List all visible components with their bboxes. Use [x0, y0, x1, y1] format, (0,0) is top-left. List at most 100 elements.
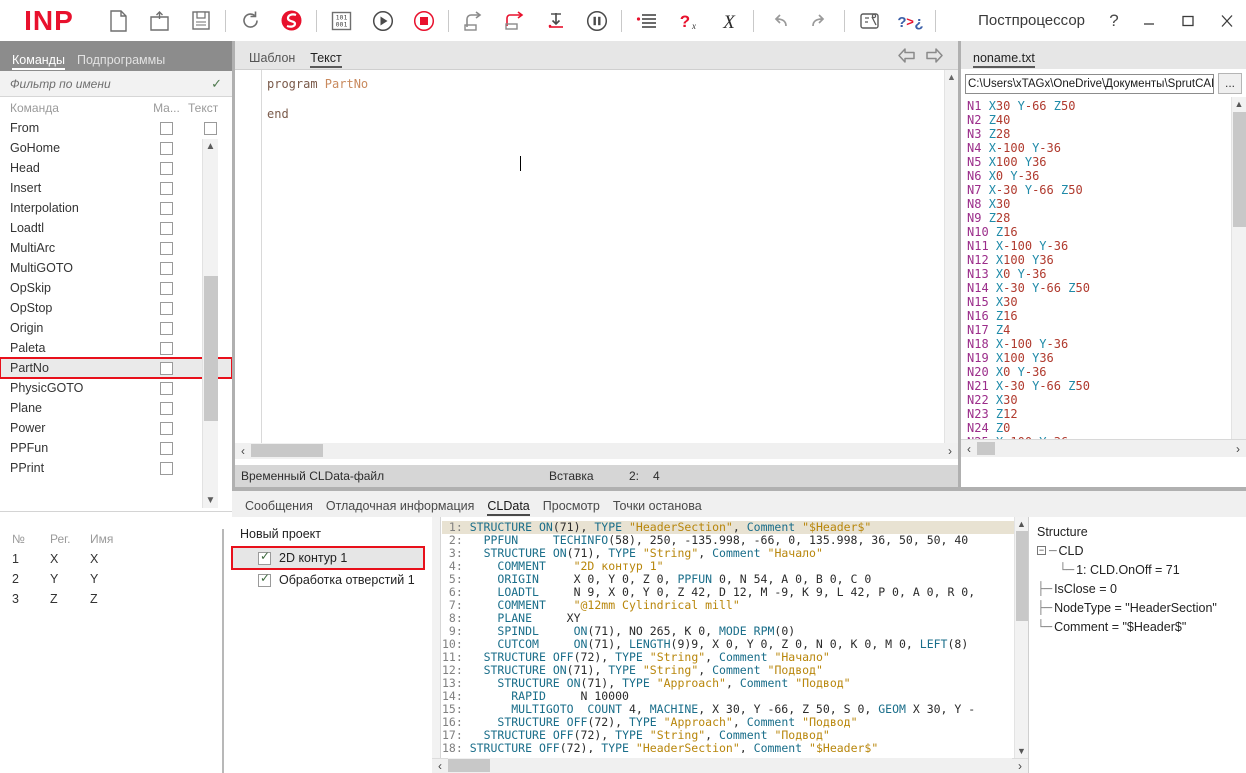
command-macro-cell[interactable]: [145, 382, 188, 395]
command-row[interactable]: OpSkip: [0, 278, 232, 298]
cldata-vertical-scrollbar[interactable]: ▲ ▼: [1014, 517, 1028, 758]
macro-checkbox[interactable]: [160, 322, 173, 335]
command-row[interactable]: Power: [0, 418, 232, 438]
macro-checkbox[interactable]: [160, 222, 173, 235]
scroll-left-icon[interactable]: ‹: [961, 442, 977, 456]
tab-template[interactable]: Шаблон: [243, 51, 304, 69]
run-icon[interactable]: [362, 0, 403, 41]
scroll-right-icon[interactable]: ›: [1012, 759, 1028, 773]
hscroll-thumb[interactable]: [448, 759, 490, 772]
command-macro-cell[interactable]: [145, 362, 188, 375]
tab-commands[interactable]: Команды: [8, 53, 73, 71]
tree-node-cld-onoff[interactable]: └─ 1: CLD.OnOff = 71: [1037, 560, 1246, 579]
command-macro-cell[interactable]: [145, 202, 188, 215]
text-checkbox[interactable]: [204, 122, 217, 135]
macro-checkbox[interactable]: [160, 282, 173, 295]
scroll-up-icon[interactable]: ▲: [1015, 517, 1028, 531]
hscroll-track[interactable]: [251, 443, 942, 459]
cldata-horizontal-scrollbar[interactable]: ‹ ›: [432, 758, 1028, 773]
command-row[interactable]: MultiArc: [0, 238, 232, 258]
command-macro-cell[interactable]: [145, 162, 188, 175]
structure-property[interactable]: └─Comment = "$Header$": [1037, 617, 1246, 636]
macro-checkbox[interactable]: [160, 342, 173, 355]
item-checkbox[interactable]: [258, 574, 271, 587]
structure-tree[interactable]: −─ CLD └─ 1: CLD.OnOff = 71 ├─IsClose = …: [1029, 541, 1246, 636]
project-item[interactable]: Обработка отверстий 1: [232, 569, 432, 591]
reload-icon[interactable]: [230, 0, 271, 41]
command-row[interactable]: Loadtl: [0, 218, 232, 238]
command-macro-cell[interactable]: [145, 222, 188, 235]
tab-noname-txt[interactable]: noname.txt: [969, 51, 1043, 69]
nc-vertical-scrollbar[interactable]: ▲ ▼: [1231, 97, 1246, 457]
browse-button[interactable]: ...: [1218, 73, 1242, 94]
cldata-code[interactable]: 1: STRUCTURE ON(71), TYPE "HeaderSection…: [442, 521, 1014, 753]
command-row[interactable]: Plane: [0, 398, 232, 418]
prev-arrow-icon[interactable]: [892, 47, 920, 64]
scroll-left-icon[interactable]: ‹: [235, 444, 251, 458]
watch-icon[interactable]: ?x: [667, 0, 708, 41]
command-macro-cell[interactable]: [145, 242, 188, 255]
macro-checkbox[interactable]: [160, 402, 173, 415]
maximize-button[interactable]: [1168, 0, 1207, 41]
command-macro-cell[interactable]: [145, 462, 188, 475]
sprut-logo-icon[interactable]: [271, 0, 312, 41]
command-row[interactable]: Origin: [0, 318, 232, 338]
minimize-button[interactable]: [1129, 0, 1168, 41]
tab-subprograms[interactable]: Подпрограммы: [73, 53, 173, 71]
macro-checkbox[interactable]: [160, 462, 173, 475]
editor-horizontal-scrollbar[interactable]: ‹ ›: [235, 443, 958, 459]
nc-path-input[interactable]: C:\Users\xTAGx\OneDrive\Документы\SprutC…: [965, 74, 1214, 94]
scroll-down-icon[interactable]: ▼: [203, 493, 218, 508]
new-file-icon[interactable]: [98, 0, 139, 41]
hscroll-thumb[interactable]: [977, 442, 995, 455]
bottom-tab-точки-останова[interactable]: Точки останова: [608, 499, 710, 517]
command-row[interactable]: PartNo: [0, 358, 232, 378]
command-macro-cell[interactable]: [145, 442, 188, 455]
scroll-up-icon[interactable]: ▲: [945, 70, 958, 84]
nc-horizontal-scrollbar[interactable]: ‹ ›: [961, 439, 1246, 457]
scrollbar-thumb[interactable]: [1016, 531, 1028, 621]
editor-vertical-scrollbar[interactable]: ▲: [944, 70, 958, 459]
macro-checkbox[interactable]: [160, 422, 173, 435]
structure-property[interactable]: ├─IsClose = 0: [1037, 579, 1246, 598]
redo-icon[interactable]: [799, 0, 840, 41]
command-macro-cell[interactable]: [145, 302, 188, 315]
close-button[interactable]: [1207, 0, 1246, 41]
command-row[interactable]: GoHome: [0, 138, 232, 158]
macro-checkbox[interactable]: [160, 302, 173, 315]
machine-icon[interactable]: [849, 0, 890, 41]
commands-scrollbar[interactable]: ▲ ▼: [202, 139, 218, 508]
command-macro-cell[interactable]: [145, 122, 188, 135]
project-item[interactable]: 2D контур 1: [232, 547, 424, 569]
structure-property[interactable]: ├─NodeType = "HeaderSection": [1037, 598, 1246, 617]
nc-code[interactable]: N1 X30 Y-66 Z50N2 Z40N3 Z28N4 X-100 Y-36…: [967, 99, 1090, 457]
scroll-right-icon[interactable]: ›: [1230, 442, 1246, 456]
filter-input[interactable]: Фильтр по имени: [10, 77, 211, 91]
scroll-right-icon[interactable]: ›: [942, 444, 958, 458]
command-macro-cell[interactable]: [145, 142, 188, 155]
command-macro-cell[interactable]: [145, 262, 188, 275]
macro-checkbox[interactable]: [160, 362, 173, 375]
macro-checkbox[interactable]: [160, 242, 173, 255]
open-file-icon[interactable]: [139, 0, 180, 41]
command-macro-cell[interactable]: [145, 322, 188, 335]
commands-list[interactable]: FromGoHomeHeadInsertInterpolationLoadtlM…: [0, 118, 232, 478]
breakpoints-icon[interactable]: [626, 0, 667, 41]
step-over-icon[interactable]: [494, 0, 535, 41]
bottom-tab-сообщения[interactable]: Сообщения: [240, 499, 321, 517]
command-row[interactable]: OpStop: [0, 298, 232, 318]
command-macro-cell[interactable]: [145, 342, 188, 355]
macro-checkbox[interactable]: [160, 442, 173, 455]
scroll-left-icon[interactable]: ‹: [432, 759, 448, 773]
find-replace-icon[interactable]: ?>¿: [890, 0, 931, 41]
register-row[interactable]: 2YY: [0, 569, 222, 589]
command-row[interactable]: PPFun: [0, 438, 232, 458]
nc-code-area[interactable]: N1 X30 Y-66 Z50N2 Z40N3 Z28N4 X-100 Y-36…: [961, 97, 1246, 457]
command-row[interactable]: Head: [0, 158, 232, 178]
register-row[interactable]: 3ZZ: [0, 589, 222, 609]
macro-checkbox[interactable]: [160, 122, 173, 135]
command-row[interactable]: PPrint: [0, 458, 232, 478]
command-macro-cell[interactable]: [145, 182, 188, 195]
save-icon[interactable]: [180, 0, 221, 41]
macro-checkbox[interactable]: [160, 182, 173, 195]
